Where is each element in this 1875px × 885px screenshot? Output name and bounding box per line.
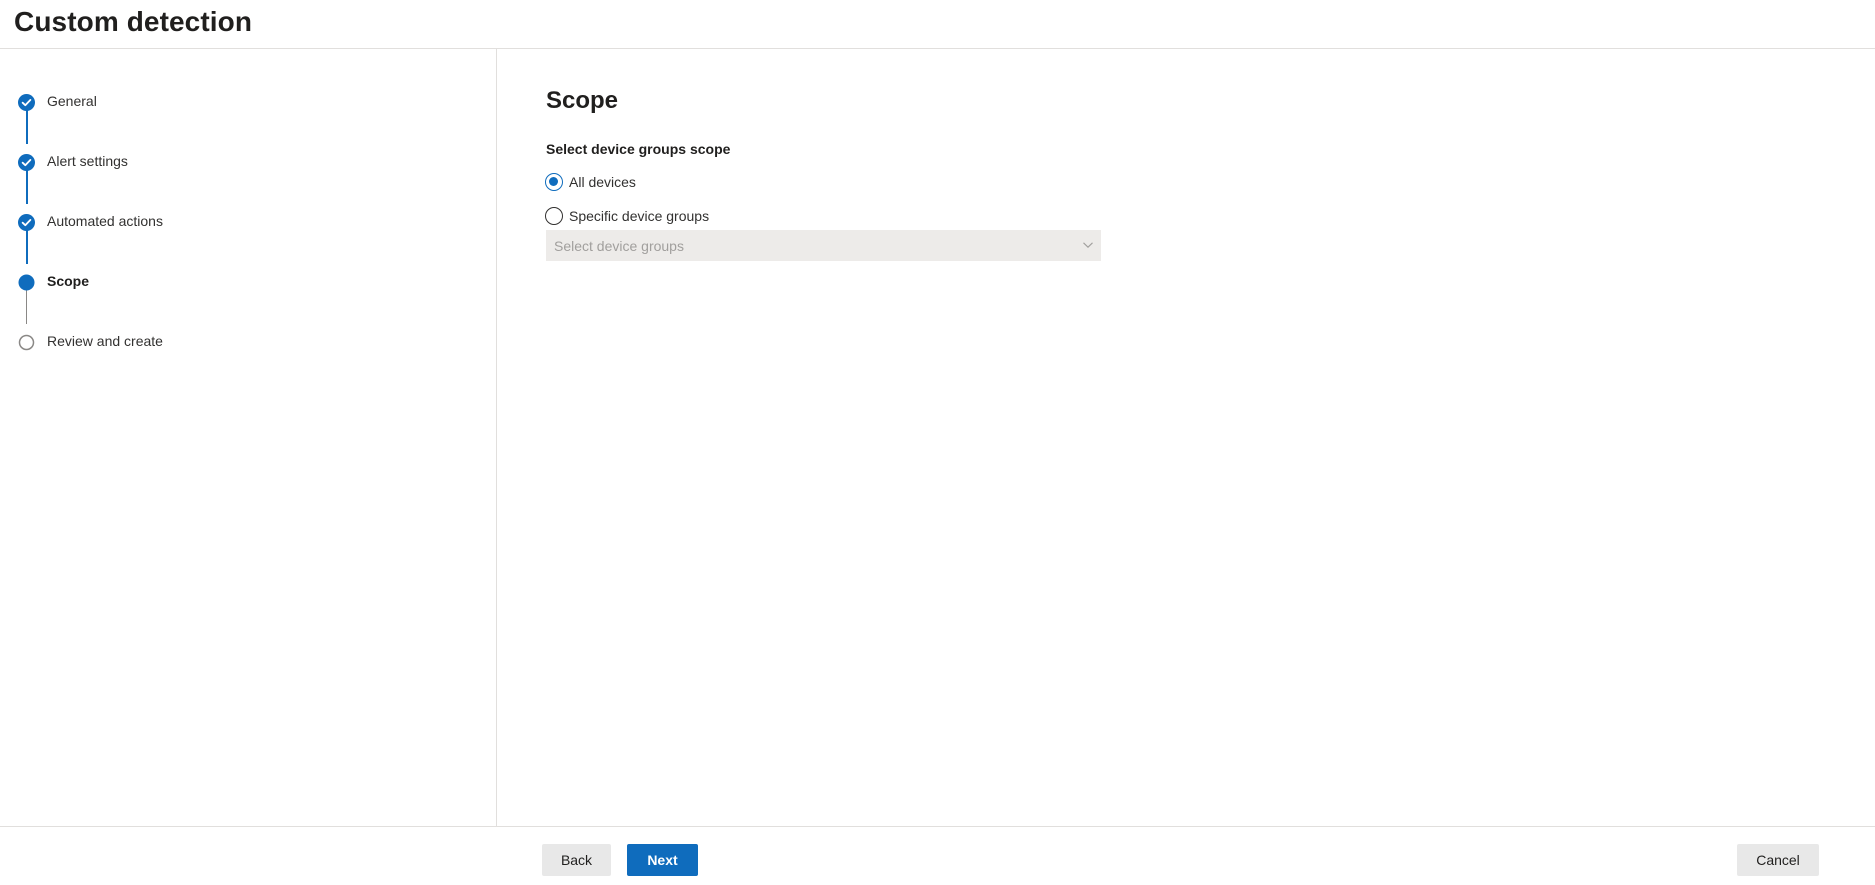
check-circle-icon	[18, 93, 35, 111]
check-circle-icon	[18, 153, 35, 171]
step-alert-settings[interactable]: Alert settings	[18, 152, 128, 172]
chevron-down-icon	[1083, 242, 1093, 248]
step-connector	[26, 230, 28, 264]
radio-selected-icon	[545, 173, 563, 191]
step-connector	[26, 170, 28, 204]
back-button[interactable]: Back	[542, 844, 611, 876]
radio-all-devices[interactable]: All devices	[545, 173, 636, 191]
step-scope[interactable]: Scope	[18, 272, 89, 292]
wizard-steps-nav: General Alert settings Automated actions…	[0, 49, 497, 826]
radio-specific-device-groups[interactable]: Specific device groups	[545, 207, 709, 225]
step-label: Automated actions	[47, 213, 163, 229]
page-header: Custom detection	[0, 0, 1875, 49]
radio-label: All devices	[569, 174, 636, 190]
step-connector	[26, 110, 28, 144]
step-automated-actions[interactable]: Automated actions	[18, 212, 163, 232]
device-groups-dropdown[interactable]: Select device groups	[546, 230, 1101, 261]
page-title: Custom detection	[14, 6, 253, 37]
step-general[interactable]: General	[18, 92, 97, 112]
check-circle-icon	[18, 213, 35, 231]
device-groups-scope-label: Select device groups scope	[546, 141, 731, 157]
step-review-and-create[interactable]: Review and create	[18, 332, 163, 352]
step-label: Review and create	[47, 333, 163, 349]
radio-unselected-icon	[545, 207, 563, 225]
wizard-footer: Back Next Cancel	[0, 826, 1875, 885]
step-label: Scope	[47, 273, 90, 289]
scope-panel: Scope Select device groups scope All dev…	[497, 49, 1875, 826]
radio-label: Specific device groups	[569, 208, 710, 224]
cancel-button[interactable]: Cancel	[1737, 844, 1819, 876]
section-title: Scope	[546, 87, 619, 114]
next-button[interactable]: Next	[627, 844, 698, 876]
step-connector	[26, 290, 27, 324]
step-label: General	[47, 93, 97, 109]
empty-circle-icon	[18, 334, 35, 350]
step-label: Alert settings	[47, 153, 128, 169]
dropdown-placeholder: Select device groups	[554, 237, 684, 254]
current-step-dot-icon	[18, 274, 35, 290]
